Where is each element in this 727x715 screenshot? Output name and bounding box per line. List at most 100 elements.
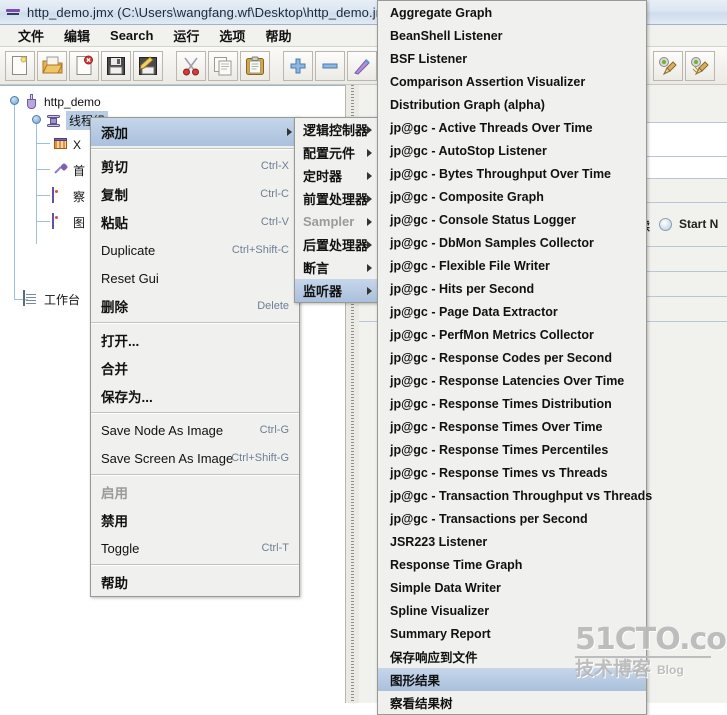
menu-item-reset-gui[interactable]: Reset Gui xyxy=(91,264,299,292)
listener-comparison-assertion-visualizer[interactable]: Comparison Assertion Visualizer xyxy=(378,70,646,93)
menu-item-label: Duplicate xyxy=(101,242,156,258)
tree-expander-thread-group[interactable] xyxy=(32,115,41,124)
remove-minus-icon[interactable] xyxy=(315,50,345,81)
expand-icon[interactable] xyxy=(347,50,377,81)
close-document-icon[interactable] xyxy=(69,50,99,81)
menu-item-disable[interactable]: 禁用 xyxy=(91,506,299,534)
menu-item-assertion[interactable]: 断言 xyxy=(295,256,379,279)
menu-item-pre-processor[interactable]: 前置处理器 xyxy=(295,187,379,210)
listener-perfmon-metrics-collector[interactable]: jp@gc - PerfMon Metrics Collector xyxy=(378,323,646,346)
listener-response-latencies-over-time[interactable]: jp@gc - Response Latencies Over Time xyxy=(378,369,646,392)
menu-item-logic-controller[interactable]: 逻辑控制器 xyxy=(295,118,379,141)
listener-jsr223-listener[interactable]: JSR223 Listener xyxy=(378,530,646,553)
tree-node-workbench[interactable]: 工作台 xyxy=(23,290,80,309)
listener-aggregate-graph[interactable]: Aggregate Graph xyxy=(378,1,646,24)
listener-simple-data-writer[interactable]: Simple Data Writer xyxy=(378,576,646,599)
menu-item-toggle[interactable]: Toggle Ctrl-T xyxy=(91,534,299,562)
menu-item-cut[interactable]: 剪切 Ctrl-X xyxy=(91,152,299,180)
tree-node-view-results-tree[interactable]: 察 xyxy=(52,187,85,206)
menu-item-add[interactable]: 添加 xyxy=(91,118,299,146)
tree-node-label: 图 xyxy=(73,216,86,230)
menu-item-copy[interactable]: 复制 Ctrl-C xyxy=(91,180,299,208)
menu-item-paste[interactable]: 粘贴 Ctrl-V xyxy=(91,208,299,236)
tree-node-header-manager[interactable]: 首 xyxy=(52,161,85,180)
tree-node-http-demo[interactable]: http_demo xyxy=(23,92,101,111)
listener-composite-graph[interactable]: jp@gc - Composite Graph xyxy=(378,185,646,208)
listener-graph-results[interactable]: 图形结果 xyxy=(378,668,646,691)
save-as-icon[interactable] xyxy=(133,50,163,81)
menubar-file[interactable]: 文件 xyxy=(8,24,54,47)
listener-console-status-logger[interactable]: jp@gc - Console Status Logger xyxy=(378,208,646,231)
menu-item-timer[interactable]: 定时器 xyxy=(295,164,379,187)
menu-item-save-screen-as-image[interactable]: Save Screen As Image Ctrl+Shift-G xyxy=(91,444,299,472)
listener-response-times-percentiles[interactable]: jp@gc - Response Times Percentiles xyxy=(378,438,646,461)
listener-transactions-per-second[interactable]: jp@gc - Transactions per Second xyxy=(378,507,646,530)
menu-item-listener[interactable]: 监听器 xyxy=(295,279,379,302)
listener-dbmon-samples-collector[interactable]: jp@gc - DbMon Samples Collector xyxy=(378,231,646,254)
menubar-edit[interactable]: 编辑 xyxy=(54,24,100,47)
listener-autostop-listener[interactable]: jp@gc - AutoStop Listener xyxy=(378,139,646,162)
copy-icon[interactable] xyxy=(208,50,238,81)
menu-item-save-node-as-image[interactable]: Save Node As Image Ctrl-G xyxy=(91,416,299,444)
listener-beanshell-listener[interactable]: BeanShell Listener xyxy=(378,24,646,47)
new-document-icon[interactable] xyxy=(5,50,35,81)
menu-item-label: 配置元件 xyxy=(303,146,356,161)
window-title: http_demo.jmx (C:\Users\wangfang.wf\Desk… xyxy=(27,4,387,20)
listener-active-threads-over-time[interactable]: jp@gc - Active Threads Over Time xyxy=(378,116,646,139)
paste-clipboard-icon[interactable] xyxy=(240,50,270,81)
listener-bsf-listener[interactable]: BSF Listener xyxy=(378,47,646,70)
menu-item-config-element[interactable]: 配置元件 xyxy=(295,141,379,164)
menu-item-merge[interactable]: 合并 xyxy=(91,354,299,382)
menubar-help[interactable]: 帮助 xyxy=(255,24,301,47)
workbench-icon xyxy=(23,290,36,306)
menu-item-delete[interactable]: 删除 Delete xyxy=(91,292,299,320)
open-folder-icon[interactable] xyxy=(37,50,67,81)
listener-response-times-distribution[interactable]: jp@gc - Response Times Distribution xyxy=(378,392,646,415)
menubar-search[interactable]: Search xyxy=(100,26,163,45)
menu-item-post-processor[interactable]: 后置处理器 xyxy=(295,233,379,256)
listener-flexible-file-writer[interactable]: jp@gc - Flexible File Writer xyxy=(378,254,646,277)
listener-summary-report[interactable]: Summary Report xyxy=(378,622,646,645)
menu-item-duplicate[interactable]: Duplicate Ctrl+Shift-C xyxy=(91,236,299,264)
listener-response-codes-per-second[interactable]: jp@gc - Response Codes per Second xyxy=(378,346,646,369)
listener-response-times-vs-threads[interactable]: jp@gc - Response Times vs Threads xyxy=(378,461,646,484)
menubar-run[interactable]: 运行 xyxy=(163,24,209,47)
tree-connector xyxy=(36,124,37,244)
context-menu[interactable]: 添加剪切 Ctrl-X 复制 Ctrl-C 粘贴 Ctrl-V Duplicate Ctrl+… xyxy=(90,117,300,597)
menu-item-accelerator: Delete xyxy=(257,300,289,312)
menu-item-open[interactable]: 打开... xyxy=(91,326,299,354)
menu-item-accelerator: Ctrl-X xyxy=(260,160,289,172)
tree-node-graph-results[interactable]: 图 xyxy=(52,213,85,232)
listener-spline-visualizer[interactable]: Spline Visualizer xyxy=(378,599,646,622)
tree-node-http-request[interactable]: X xyxy=(52,135,81,154)
listener-response-times-over-time[interactable]: jp@gc - Response Times Over Time xyxy=(378,415,646,438)
clear-icon[interactable] xyxy=(653,50,683,81)
menu-item-label: 帮助 xyxy=(101,576,128,591)
cut-scissors-icon[interactable] xyxy=(176,50,206,81)
menubar-options[interactable]: 选项 xyxy=(209,24,255,47)
listener-page-data-extractor[interactable]: jp@gc - Page Data Extractor xyxy=(378,300,646,323)
menu-item-save-as[interactable]: 保存为... xyxy=(91,382,299,410)
menu-item-label: jp@gc - Response Times Percentiles xyxy=(390,442,609,457)
menu-item-label: Spline Visualizer xyxy=(390,603,490,618)
clear-all-icon[interactable] xyxy=(685,50,715,81)
listener-distribution-graph[interactable]: Distribution Graph (alpha) xyxy=(378,93,646,116)
submenu-arrow-icon xyxy=(367,217,372,226)
save-icon[interactable] xyxy=(101,50,131,81)
menu-item-enable[interactable]: 启用 xyxy=(91,478,299,506)
start-next-radio[interactable] xyxy=(659,218,672,231)
menu-item-help[interactable]: 帮助 xyxy=(91,568,299,596)
listener-submenu[interactable]: Aggregate Graph BeanShell Listener BSF Lis… xyxy=(377,0,652,715)
listener-hits-per-second[interactable]: jp@gc - Hits per Second xyxy=(378,277,646,300)
listener-save-responses-to-file[interactable]: 保存响应到文件 xyxy=(378,645,646,668)
menu-item-sampler[interactable]: Sampler xyxy=(295,210,379,233)
listener-response-time-graph[interactable]: Response Time Graph xyxy=(378,553,646,576)
add-plus-icon[interactable] xyxy=(283,50,313,81)
listener-bytes-throughput-over-time[interactable]: jp@gc - Bytes Throughput Over Time xyxy=(378,162,646,185)
menu-item-label: 删除 xyxy=(101,300,128,315)
listener-transaction-throughput-vs-threads[interactable]: jp@gc - Transaction Throughput vs Thread… xyxy=(378,484,652,507)
add-submenu[interactable]: 逻辑控制器配置元件定时器 前置处理器 Sampler 后置处理器 断言 监听器 xyxy=(294,117,380,303)
tree-expander-root[interactable] xyxy=(10,96,19,105)
menu-item-label: jp@gc - Response Latencies Over Time xyxy=(390,373,625,388)
submenu-arrow-icon xyxy=(367,148,372,157)
